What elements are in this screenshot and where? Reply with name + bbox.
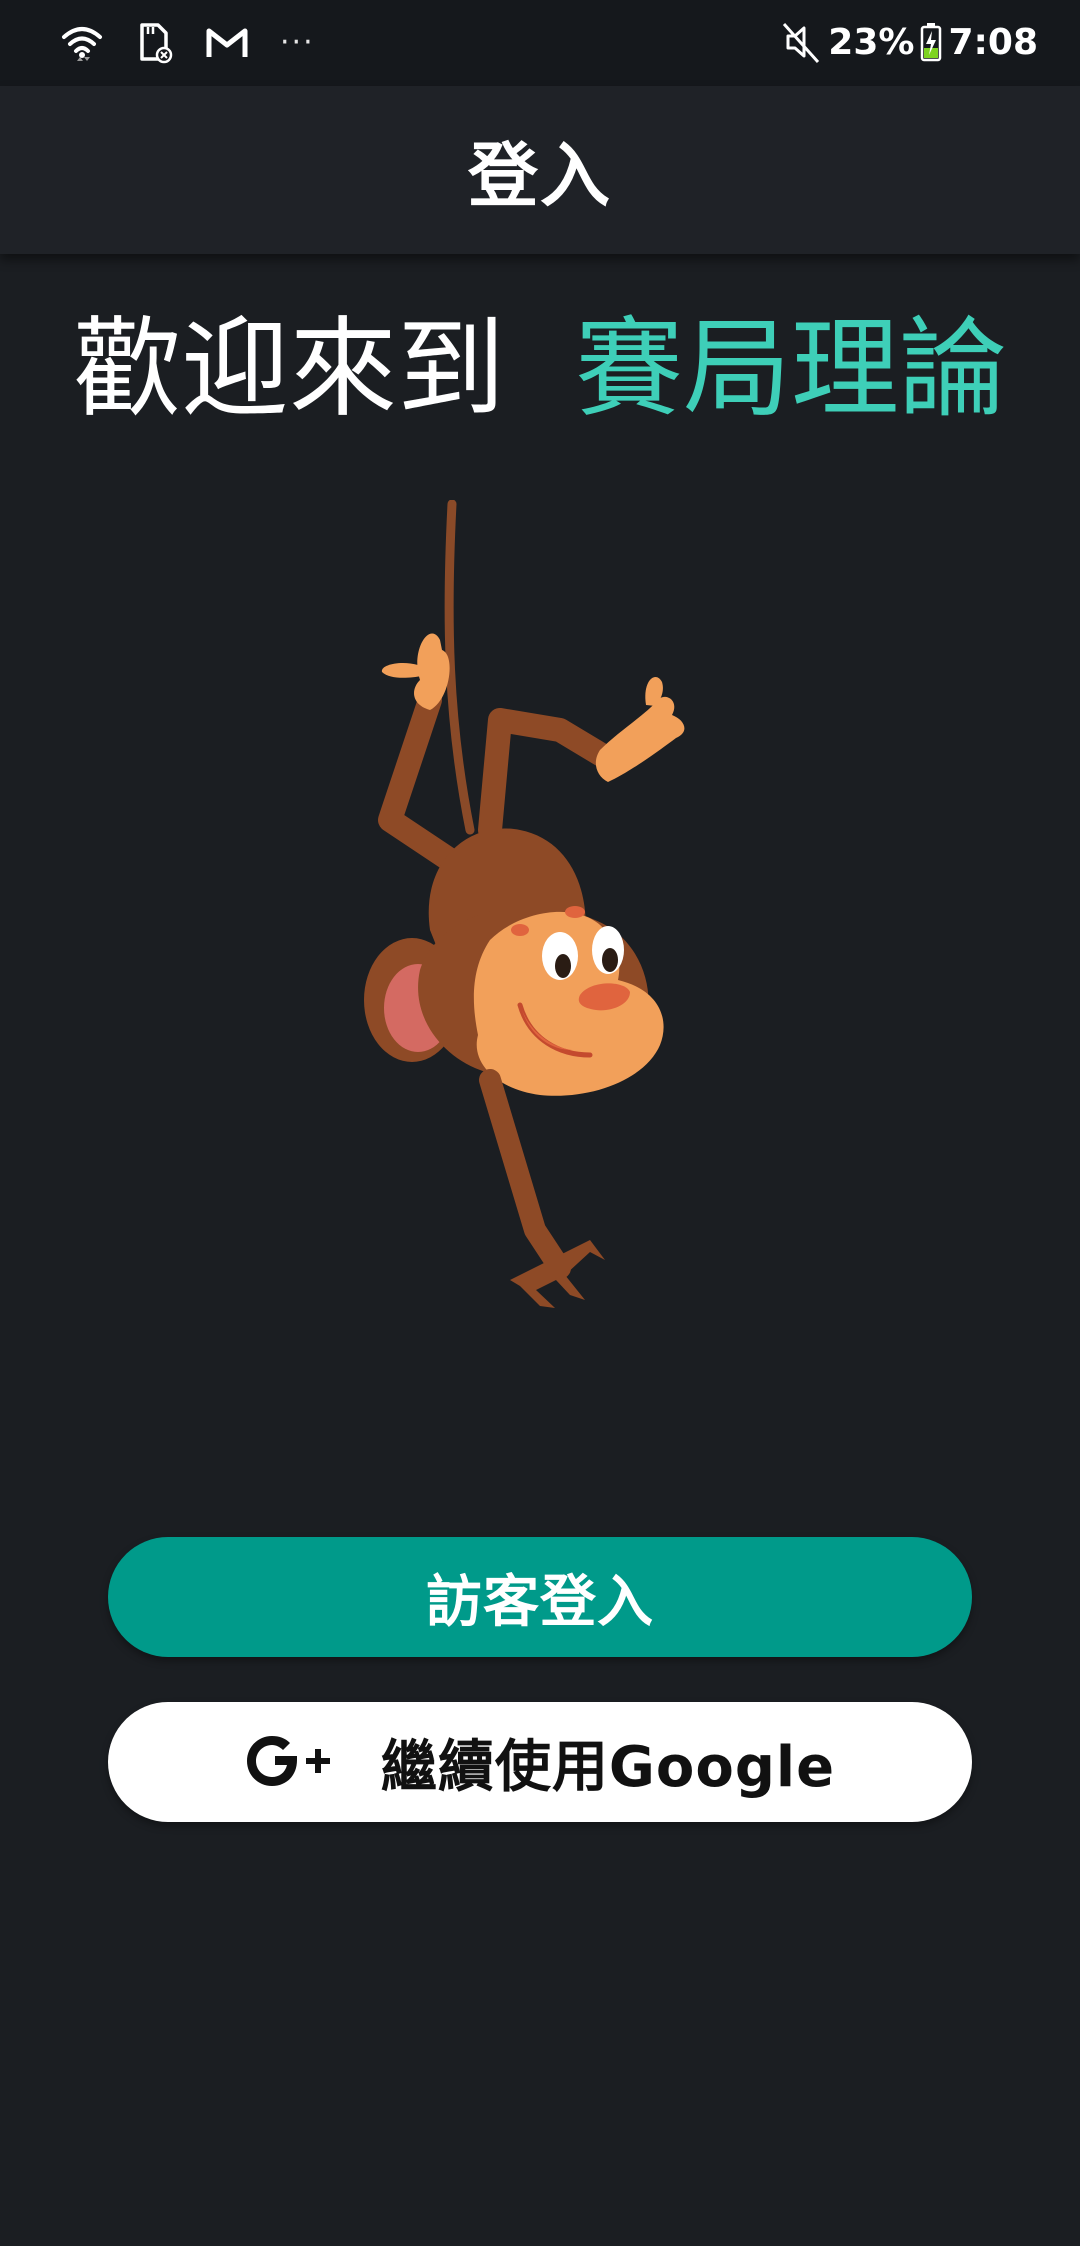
more-notifications-indicator: ···	[280, 25, 315, 60]
welcome-heading: 歡迎來到 賽局理論	[0, 300, 1080, 440]
guest-login-button[interactable]: 訪客登入	[108, 1537, 972, 1657]
app-bar: 登入	[0, 86, 1080, 254]
welcome-prefix: 歡迎來到	[72, 307, 505, 432]
clock-time: 7:08	[948, 21, 1038, 63]
gmail-icon	[206, 28, 248, 57]
status-right-icons: 23% 7:08	[778, 20, 1038, 64]
wifi-icon	[62, 27, 102, 61]
battery-percent: 23%	[828, 21, 915, 63]
mute-icon	[783, 22, 820, 64]
page-title: 登入	[468, 134, 612, 217]
app-name: 賽局理論	[575, 307, 1008, 432]
google-login-button[interactable]: 繼續使用Google	[108, 1702, 972, 1822]
battery-charging-icon	[921, 23, 942, 62]
status-left-icons: ···	[60, 18, 315, 68]
google-login-label: 繼續使用Google	[380, 1734, 836, 1800]
sd-card-icon	[140, 23, 173, 64]
google-plus-icon	[245, 1732, 341, 1792]
guest-login-label: 訪客登入	[426, 1569, 654, 1635]
monkey-illustration	[360, 499, 720, 1364]
hanging-monkey-image	[364, 499, 685, 1308]
status-bar: ··· 23% 7:08	[0, 0, 1080, 86]
